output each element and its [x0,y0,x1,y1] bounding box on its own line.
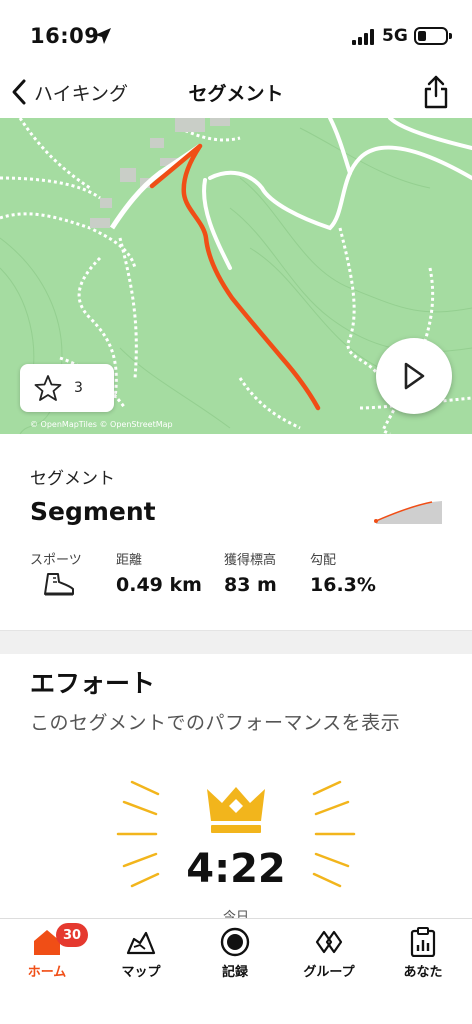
tab-record[interactable]: 記録 [188,927,282,980]
play-button[interactable] [376,338,452,414]
tab-groups-label: グループ [303,965,355,980]
tab-bar: ホーム 30 マップ 記録 グループ あなた [0,918,472,1024]
effort-subtitle: このセグメントでのパフォーマンスを表示 [30,712,401,734]
battery-icon [414,27,452,45]
favorite-count: 3 [74,380,83,396]
stat-label-distance: 距離 [116,553,143,568]
record-icon [220,927,250,957]
share-icon[interactable] [420,74,452,110]
map-icon [126,931,156,955]
star-icon [34,375,62,401]
tab-record-label: 記録 [221,965,248,980]
network-type: 5G [382,26,408,46]
tab-home-label: ホーム [27,965,67,980]
tab-groups[interactable]: グループ [282,927,376,980]
effort-time: 4:22 [186,846,286,892]
signal-bars-icon [352,29,374,45]
effort-title: エフォート [30,669,156,698]
stat-label-sport: スポーツ [30,553,82,568]
segment-name: Segment [30,497,156,526]
elevation-profile-chart [374,501,442,524]
map-attribution[interactable]: © OpenMapTiles © OpenStreetMap [30,420,173,429]
notification-badge: 30 [56,923,88,947]
profile-icon [410,927,436,957]
location-arrow-icon [95,28,111,44]
favorite-button[interactable]: 3 [20,364,114,412]
stat-label-elevation: 獲得標高 [224,553,277,568]
tab-profile[interactable]: あなた [376,927,470,980]
page-title: セグメント [188,83,284,105]
section-divider [0,630,472,654]
play-icon [404,362,425,390]
stat-value-elevation: 83 m [224,574,277,596]
segment-section-label: セグメント [30,469,115,489]
tab-profile-label: あなた [403,965,443,980]
crown-icon [207,787,265,833]
groups-icon [315,930,343,954]
stat-value-distance: 0.49 km [116,574,202,596]
navigation-bar: ハイキング セグメント [0,72,472,118]
stat-value-grade: 16.3% [310,574,376,596]
tab-map-label: マップ [121,965,161,980]
segment-route [149,143,321,411]
status-time: 16:09 [30,24,100,48]
tab-map[interactable]: マップ [94,927,188,980]
hiking-boot-icon [44,573,74,596]
status-bar: 16:09 5G [0,0,472,72]
stat-label-grade: 勾配 [310,553,337,568]
